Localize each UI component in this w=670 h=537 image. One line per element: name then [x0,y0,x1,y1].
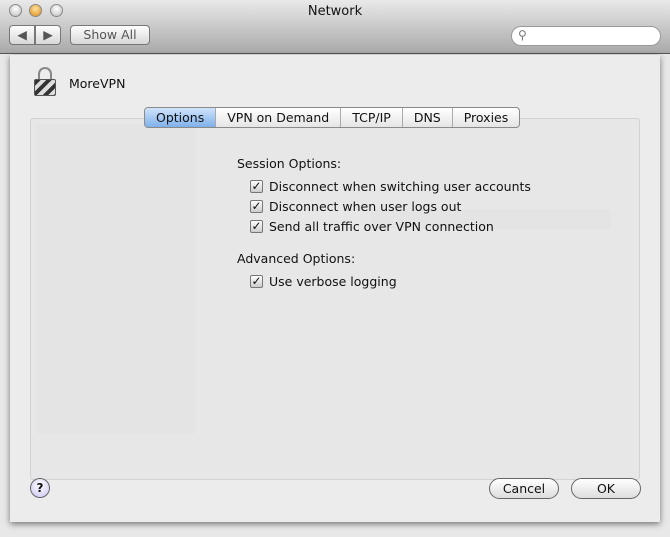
advanced-sheet: MoreVPN Options VPN on Demand TCP/IP DNS… [10,55,660,522]
verbose-logging-checkbox[interactable]: ✓ Use verbose logging [250,274,397,289]
checkbox-label: Disconnect when user logs out [269,199,462,214]
options-panel [30,118,640,480]
tab-bar: Options VPN on Demand TCP/IP DNS Proxies [144,107,521,128]
checkbox-label: Send all traffic over VPN connection [269,219,494,234]
tab-dns[interactable]: DNS [403,108,453,127]
show-all-button[interactable]: Show All [70,25,150,45]
help-button[interactable]: ? [30,478,50,498]
disconnect-switching-checkbox[interactable]: ✓ Disconnect when switching user accounts [250,179,531,194]
checkmark-icon: ✓ [250,274,263,288]
window-title: Network [307,4,363,19]
checkmark-icon: ✓ [250,219,263,233]
checkbox-label: Disconnect when switching user accounts [269,179,531,194]
tab-tcp-ip[interactable]: TCP/IP [341,108,403,127]
back-button[interactable]: ◀ [9,25,35,45]
cancel-button[interactable]: Cancel [489,478,559,499]
send-all-traffic-checkbox[interactable]: ✓ Send all traffic over VPN connection [250,219,494,234]
checkmark-icon: ✓ [250,179,263,193]
ok-button[interactable]: OK [571,478,641,499]
checkmark-icon: ✓ [250,199,263,213]
tab-proxies[interactable]: Proxies [453,108,520,127]
forward-button[interactable]: ▶ [35,25,61,45]
title-bar: Network ◀ ▶ Show All ⚲ [0,0,670,54]
session-options-label: Session Options: [237,156,342,171]
search-icon: ⚲ [518,28,527,42]
disconnect-logout-checkbox[interactable]: ✓ Disconnect when user logs out [250,199,461,214]
tab-options[interactable]: Options [145,108,217,127]
tab-vpn-on-demand[interactable]: VPN on Demand [216,108,342,127]
checkbox-label: Use verbose logging [269,274,397,289]
advanced-options-label: Advanced Options: [237,251,356,266]
search-input[interactable]: ⚲ [511,26,661,46]
service-name: MoreVPN [69,76,126,91]
lock-icon [33,67,57,97]
